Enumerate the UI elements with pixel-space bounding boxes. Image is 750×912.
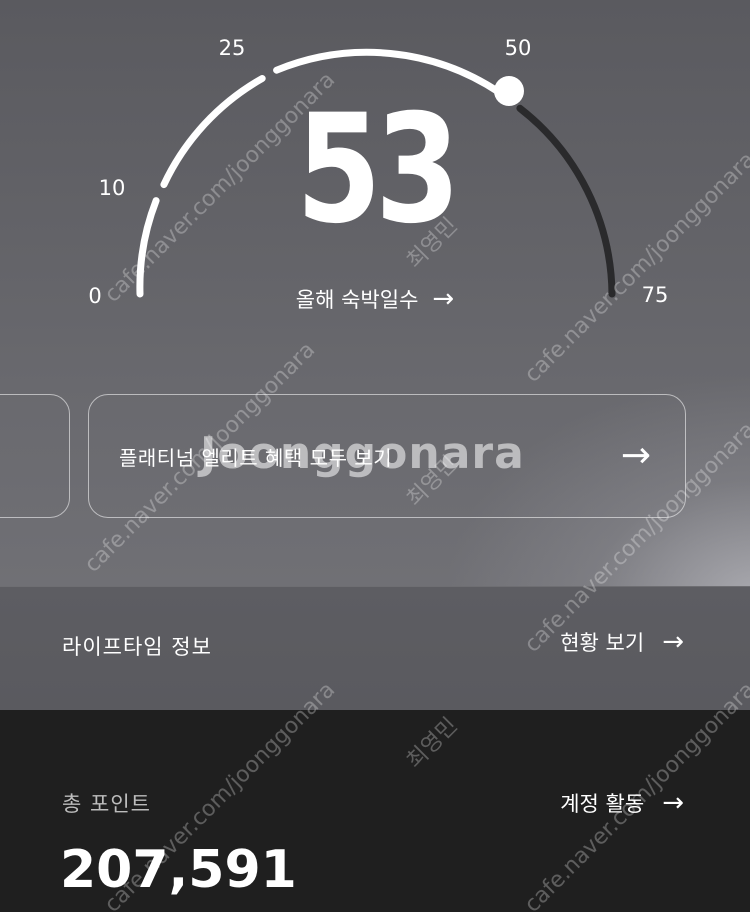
gauge-tick-10: 10 xyxy=(99,176,126,200)
account-activity-label: 계정 활동 xyxy=(560,792,645,816)
arrow-right-icon: → xyxy=(432,284,455,314)
stay-nights-count: 53 xyxy=(295,83,461,257)
account-activity-link[interactable]: 계정 활동 → xyxy=(560,788,684,818)
hero-section: 0 10 25 50 75 53 올해 숙박일수 → 플래티넘 엘리트 혜택 모… xyxy=(0,0,750,586)
arrow-right-icon: → xyxy=(620,435,651,476)
lifetime-title: 라이프타임 정보 xyxy=(62,635,212,659)
total-points-title: 총 포인트 xyxy=(62,792,151,816)
previous-benefit-card[interactable] xyxy=(0,394,70,518)
stay-nights-link[interactable]: 올해 숙박일수 → xyxy=(270,281,480,317)
gauge-segment-0-10 xyxy=(136,197,160,298)
gauge-tick-25: 25 xyxy=(219,36,246,60)
arrow-right-icon: → xyxy=(662,788,684,818)
total-points-value: 207,591 xyxy=(60,840,297,900)
gauge-tick-75: 75 xyxy=(642,283,669,307)
gauge-tick-0: 0 xyxy=(88,284,101,308)
points-section: 총 포인트 계정 활동 → 207,591 xyxy=(0,710,750,912)
platinum-benefits-card[interactable]: 플래티넘 엘리트 혜택 모두 보기 → xyxy=(88,394,686,518)
arrow-right-icon: → xyxy=(662,627,684,657)
page: 0 10 25 50 75 53 올해 숙박일수 → 플래티넘 엘리트 혜택 모… xyxy=(0,0,750,912)
lifetime-status-link[interactable]: 현황 보기 → xyxy=(560,627,684,657)
lifetime-section: 라이프타임 정보 현황 보기 → xyxy=(0,586,750,711)
lifetime-status-label: 현황 보기 xyxy=(560,631,645,655)
platinum-benefits-label: 플래티넘 엘리트 혜택 모두 보기 xyxy=(119,445,393,470)
gauge-knob xyxy=(494,76,524,106)
gauge-track-remaining xyxy=(516,104,616,298)
stay-nights-link-label: 올해 숙박일수 xyxy=(295,288,419,312)
gauge-tick-50: 50 xyxy=(505,36,532,60)
gauge-segment-10-25 xyxy=(160,75,266,189)
